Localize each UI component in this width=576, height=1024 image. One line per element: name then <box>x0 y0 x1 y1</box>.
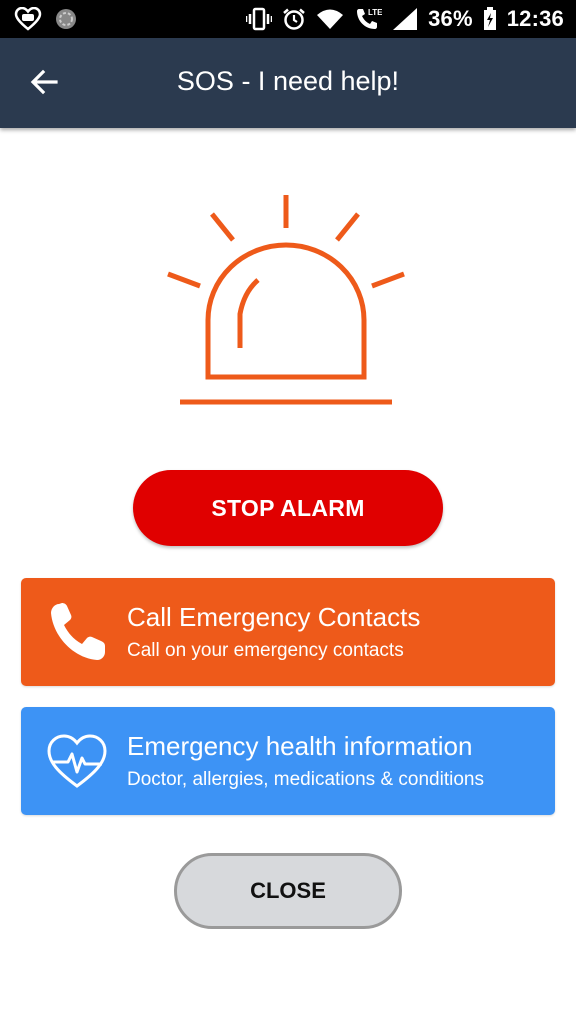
phone-icon <box>43 598 111 666</box>
wifi-icon <box>316 8 344 30</box>
heart-chat-icon <box>14 7 42 31</box>
stop-alarm-button[interactable]: STOP ALARM <box>133 470 443 546</box>
call-card-title: Call Emergency Contacts <box>127 602 421 632</box>
alarm-clock-icon <box>282 7 306 31</box>
health-card-title: Emergency health information <box>127 731 473 761</box>
spinner-icon <box>54 7 78 31</box>
svg-text:LTE: LTE <box>368 8 382 17</box>
call-emergency-contacts-button[interactable]: Call Emergency Contacts Call on your eme… <box>21 578 555 686</box>
app-bar: SOS - I need help! <box>0 38 576 128</box>
signal-icon <box>392 7 418 31</box>
battery-charging-icon <box>483 7 497 31</box>
heart-pulse-icon <box>43 727 111 795</box>
battery-percent: 36% <box>428 6 473 31</box>
clock-time: 12:36 <box>506 6 564 31</box>
vibrate-icon <box>246 7 273 31</box>
call-card-subtitle: Call on your emergency contacts <box>127 640 404 661</box>
close-button[interactable]: CLOSE <box>174 853 402 929</box>
status-bar-left <box>14 6 78 32</box>
siren-icon <box>160 190 410 410</box>
health-card-subtitle: Doctor, allergies, medications & conditi… <box>127 769 484 790</box>
emergency-health-info-button[interactable]: Emergency health information Doctor, all… <box>21 707 555 815</box>
status-bar: LTE 36% 12:36 <box>0 0 576 38</box>
lte-call-icon: LTE <box>354 6 382 32</box>
page-title: SOS - I need help! <box>176 66 400 96</box>
status-bar-right: LTE 36% 12:36 <box>246 5 564 33</box>
